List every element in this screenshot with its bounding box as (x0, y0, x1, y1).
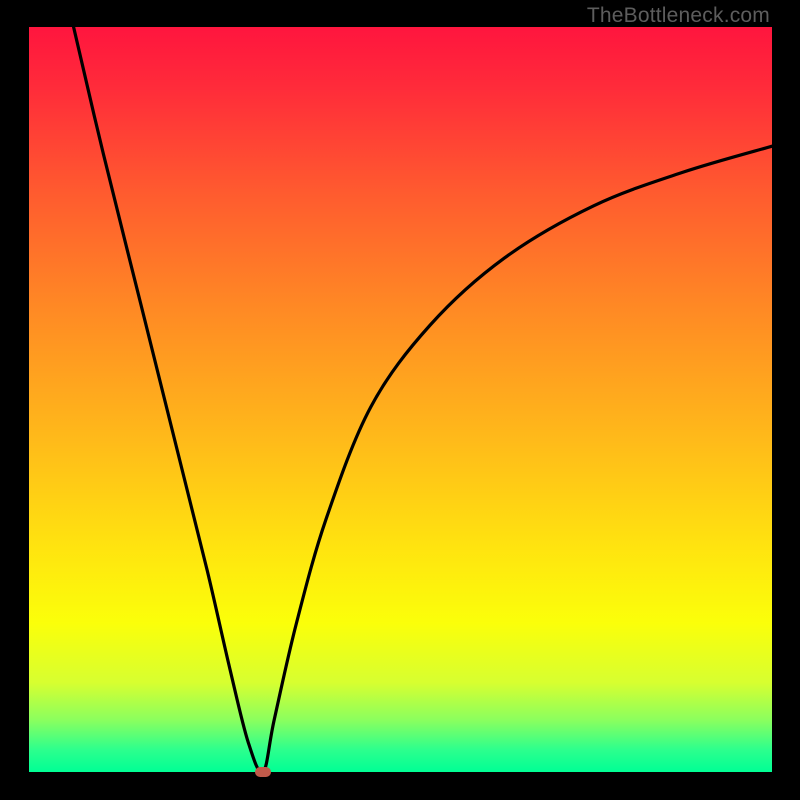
curve-path (74, 27, 772, 773)
optimal-point-marker (255, 767, 271, 777)
bottleneck-curve (29, 27, 772, 772)
chart-frame: TheBottleneck.com (0, 0, 800, 800)
attribution-text: TheBottleneck.com (587, 4, 770, 28)
plot-area (29, 27, 772, 772)
